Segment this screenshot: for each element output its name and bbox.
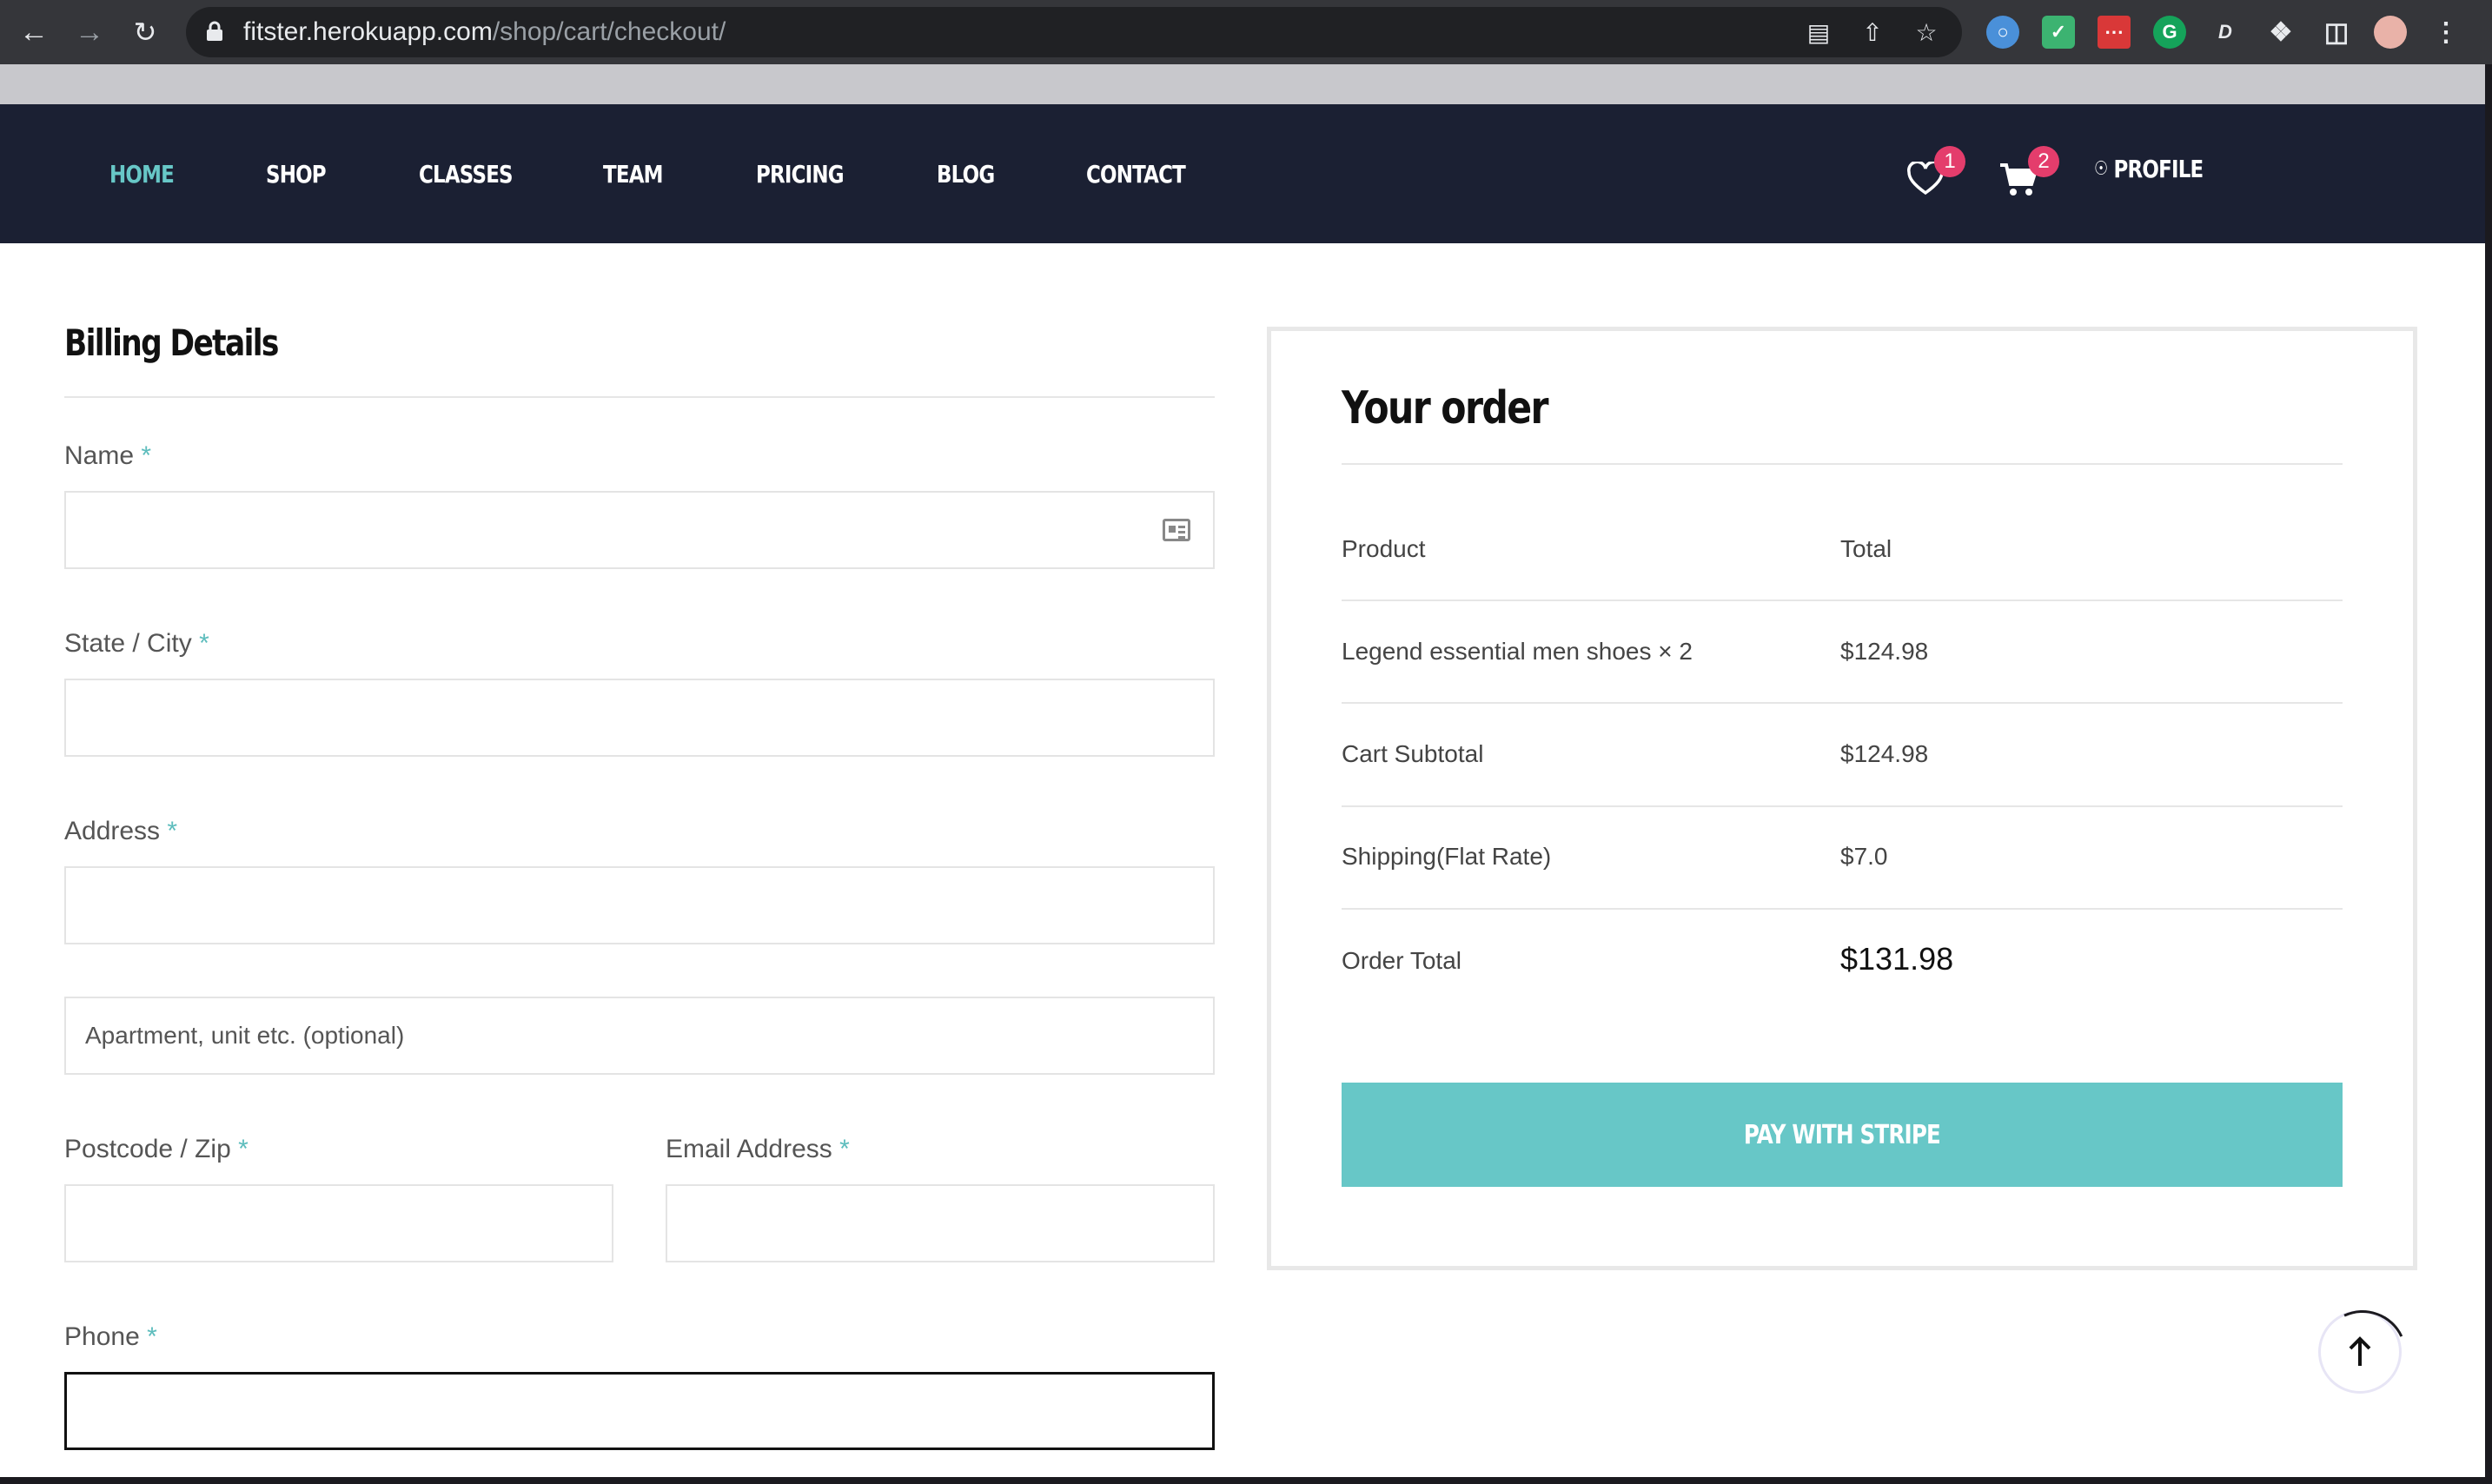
postcode-field[interactable] bbox=[64, 1184, 613, 1262]
arrow-up-icon bbox=[2349, 1336, 2371, 1366]
billing-divider bbox=[64, 396, 1215, 398]
scroll-to-top-button[interactable] bbox=[2318, 1310, 2402, 1394]
site-navbar: HOME SHOP CLASSES TEAM PRICING BLOG CONT… bbox=[0, 104, 2485, 243]
order-row-divider bbox=[1342, 600, 2343, 601]
extension-dots-icon[interactable]: ⋯ bbox=[2098, 16, 2131, 49]
email-label: Email Address * bbox=[666, 1135, 850, 1163]
order-item-value: $124.98 bbox=[1840, 638, 1929, 665]
nav-team[interactable]: TEAM bbox=[603, 160, 664, 189]
extension-shield-icon[interactable]: ✓ bbox=[2042, 16, 2075, 49]
cart-count-badge: 2 bbox=[2028, 146, 2059, 177]
address-field[interactable] bbox=[64, 866, 1215, 944]
reload-icon[interactable]: ↻ bbox=[125, 12, 165, 52]
total-column-header: Total bbox=[1840, 535, 1892, 562]
nav-pricing[interactable]: PRICING bbox=[756, 160, 845, 189]
order-title-divider bbox=[1342, 463, 2343, 465]
phone-field[interactable] bbox=[64, 1372, 1215, 1450]
phone-label: Phone * bbox=[64, 1322, 157, 1351]
order-item-label: Legend essential men shoes × 2 bbox=[1342, 638, 1693, 665]
nav-shop[interactable]: SHOP bbox=[266, 160, 327, 189]
wishlist-count-badge: 1 bbox=[1934, 146, 1965, 177]
address-input[interactable] bbox=[66, 868, 1213, 943]
phone-input[interactable] bbox=[67, 1375, 1212, 1448]
share-icon[interactable]: ⇧ bbox=[1858, 17, 1887, 47]
address-bar[interactable]: fitster.herokuapp.com/shop/cart/checkout… bbox=[186, 7, 1962, 57]
order-total-value: $131.98 bbox=[1840, 941, 1954, 977]
avatar[interactable] bbox=[2374, 16, 2407, 49]
window-edge bbox=[2485, 64, 2492, 1484]
state-city-label: State / City * bbox=[64, 629, 209, 658]
state-city-input[interactable] bbox=[66, 680, 1213, 755]
postcode-label: Postcode / Zip * bbox=[64, 1135, 249, 1163]
extension-d-icon[interactable]: D bbox=[2209, 16, 2242, 49]
side-panel-icon[interactable]: ◫ bbox=[2320, 16, 2353, 49]
cart-button[interactable]: 2 bbox=[1998, 146, 2068, 207]
window-edge-bottom bbox=[0, 1477, 2492, 1484]
subtotal-label: Cart Subtotal bbox=[1342, 740, 1484, 767]
pay-button-label: PAY WITH STRIPE bbox=[1743, 1119, 1941, 1150]
state-city-field[interactable] bbox=[64, 679, 1215, 757]
name-input[interactable] bbox=[66, 493, 1213, 567]
top-gray-bar bbox=[0, 64, 2485, 104]
postcode-input[interactable] bbox=[66, 1186, 612, 1261]
forward-icon[interactable]: → bbox=[70, 12, 109, 52]
pay-with-stripe-button[interactable]: PAY WITH STRIPE bbox=[1342, 1083, 2343, 1187]
nav-blog[interactable]: BLOG bbox=[937, 160, 995, 189]
order-title: Your order bbox=[1342, 382, 1549, 434]
nav-home[interactable]: HOME bbox=[109, 160, 175, 189]
apartment-field[interactable] bbox=[64, 997, 1215, 1075]
contact-card-icon[interactable] bbox=[1163, 519, 1190, 541]
name-field[interactable] bbox=[64, 491, 1215, 569]
profile-link[interactable]: ☉ PROFILE bbox=[2094, 155, 2227, 183]
email-field[interactable] bbox=[666, 1184, 1215, 1262]
extensions-puzzle-icon[interactable]: ❖ bbox=[2264, 16, 2297, 49]
address-label: Address * bbox=[64, 817, 178, 845]
back-icon[interactable]: ← bbox=[14, 12, 54, 52]
url-text: fitster.herokuapp.com/shop/cart/checkout… bbox=[243, 17, 726, 46]
nav-contact[interactable]: CONTACT bbox=[1086, 160, 1186, 189]
order-row-divider bbox=[1342, 805, 2343, 807]
bookmark-star-icon[interactable]: ☆ bbox=[1912, 17, 1941, 47]
browser-toolbar: ← → ↻ fitster.herokuapp.com/shop/cart/ch… bbox=[0, 0, 2492, 64]
product-column-header: Product bbox=[1342, 535, 1426, 562]
order-total-label: Order Total bbox=[1342, 947, 1461, 974]
shipping-label: Shipping(Flat Rate) bbox=[1342, 843, 1552, 870]
lock-icon bbox=[207, 21, 222, 41]
reader-mode-icon[interactable]: ▤ bbox=[1804, 17, 1833, 47]
wishlist-button[interactable]: 1 bbox=[1906, 146, 1967, 207]
order-row-divider bbox=[1342, 908, 2343, 910]
email-input[interactable] bbox=[667, 1186, 1213, 1261]
nav-classes[interactable]: CLASSES bbox=[419, 160, 514, 189]
name-label: Name * bbox=[64, 441, 152, 470]
apartment-input[interactable] bbox=[66, 998, 1213, 1073]
grammarly-icon[interactable]: G bbox=[2153, 16, 2186, 49]
user-circle-icon: ☉ bbox=[2094, 158, 2108, 180]
kebab-menu-icon[interactable]: ⋮ bbox=[2429, 16, 2462, 49]
extension-blue-icon[interactable]: ○ bbox=[1986, 16, 2019, 49]
order-row-divider bbox=[1342, 702, 2343, 704]
shipping-value: $7.0 bbox=[1840, 843, 1888, 870]
subtotal-value: $124.98 bbox=[1840, 740, 1929, 767]
billing-title: Billing Details bbox=[64, 321, 279, 364]
profile-label: PROFILE bbox=[2113, 155, 2204, 183]
